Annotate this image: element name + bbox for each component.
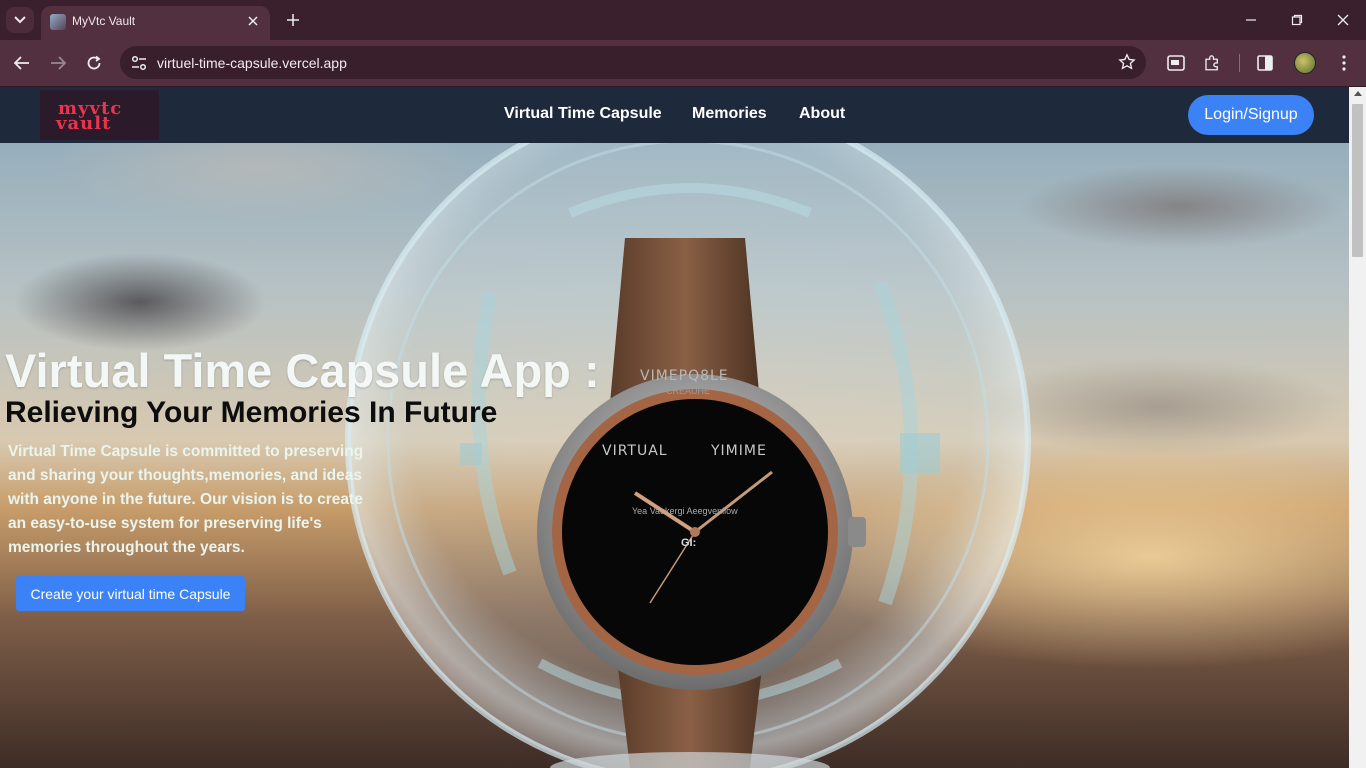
hero-description: Virtual Time Capsule is committed to pre… — [8, 443, 364, 556]
bookmark-star-icon[interactable] — [1118, 53, 1136, 71]
watch-face-text-bottom: Yea Vaukergi Aeegvenliow — [632, 506, 738, 516]
watch-face-text-top: VIMEPQ8LE — [640, 368, 729, 384]
watch-face-mark: GI: — [681, 537, 697, 549]
browser-tab-bar: MyVtc Vault — [0, 0, 1366, 40]
puzzle-icon — [1205, 55, 1218, 71]
forward-button[interactable] — [46, 51, 70, 75]
hero-title: Virtual Time Capsule App : — [5, 344, 600, 397]
scroll-up-arrow-icon[interactable] — [1354, 91, 1362, 96]
close-icon — [1337, 14, 1349, 26]
watch-face-text-left: VIRTUAL — [602, 443, 668, 459]
login-signup-button[interactable]: Login/Signup — [1188, 95, 1314, 135]
nav-link-memories[interactable]: Memories — [692, 105, 767, 123]
browser-toolbar: virtuel-time-capsule.vercel.app — [0, 40, 1366, 86]
hero-section: VIMEPQ8LE CREAUHE VIRTUAL YIMIME Yea Vau… — [0, 87, 1349, 768]
arrow-right-icon — [51, 56, 66, 70]
browser-tab[interactable]: MyVtc Vault — [41, 6, 270, 40]
arrow-left-icon — [14, 56, 29, 70]
site-logo[interactable]: myvtc vault — [40, 90, 159, 140]
picture-in-picture-button[interactable] — [1165, 52, 1187, 74]
browser-menu-button[interactable] — [1333, 52, 1355, 74]
new-tab-button[interactable] — [282, 9, 304, 31]
side-panel-button[interactable] — [1254, 52, 1276, 74]
back-button[interactable] — [10, 51, 34, 75]
tab-search-button[interactable] — [6, 7, 34, 33]
extensions-button[interactable] — [1201, 52, 1223, 74]
minimize-icon — [1246, 19, 1256, 21]
glass-sphere-watch-image — [345, 143, 1031, 768]
nav-link-virtual-time-capsule[interactable]: Virtual Time Capsule — [504, 105, 662, 123]
more-vertical-icon — [1342, 55, 1346, 71]
site-info-icon[interactable] — [130, 54, 148, 72]
restore-button[interactable] — [1285, 8, 1309, 32]
tab-close-button[interactable] — [244, 12, 262, 30]
profile-avatar[interactable] — [1294, 52, 1316, 74]
side-panel-icon — [1257, 55, 1273, 71]
favicon-icon — [50, 14, 66, 30]
hero-subtitle: Relieving Your Memories In Future — [5, 396, 498, 429]
tab-title: MyVtc Vault — [72, 14, 136, 28]
page-scrollbar[interactable] — [1349, 87, 1366, 768]
scrollbar-thumb[interactable] — [1352, 104, 1363, 257]
url-text[interactable]: virtuel-time-capsule.vercel.app — [157, 55, 347, 71]
page-viewport: VIMEPQ8LE CREAUHE VIRTUAL YIMIME Yea Vau… — [0, 87, 1349, 768]
chevron-down-icon — [14, 16, 26, 24]
create-capsule-button[interactable]: Create your virtual time Capsule — [16, 576, 245, 611]
logo-text-line2: vault — [56, 113, 112, 134]
minimize-button[interactable] — [1239, 8, 1263, 32]
picture-in-picture-icon — [1167, 55, 1185, 71]
site-navbar: myvtc vault Virtual Time Capsule Memorie… — [0, 87, 1349, 143]
close-window-button[interactable] — [1331, 8, 1355, 32]
watch-face-text-right: YIMIME — [711, 443, 767, 459]
reload-icon — [87, 55, 101, 70]
address-bar[interactable]: virtuel-time-capsule.vercel.app — [120, 46, 1146, 79]
nav-link-about[interactable]: About — [799, 105, 845, 123]
reload-button[interactable] — [82, 51, 106, 75]
close-icon — [248, 16, 258, 26]
toolbar-divider — [1239, 54, 1240, 72]
plus-icon — [287, 14, 299, 26]
watch-face-text-top-sub: CREAUHE — [666, 386, 711, 396]
restore-icon — [1291, 14, 1303, 26]
